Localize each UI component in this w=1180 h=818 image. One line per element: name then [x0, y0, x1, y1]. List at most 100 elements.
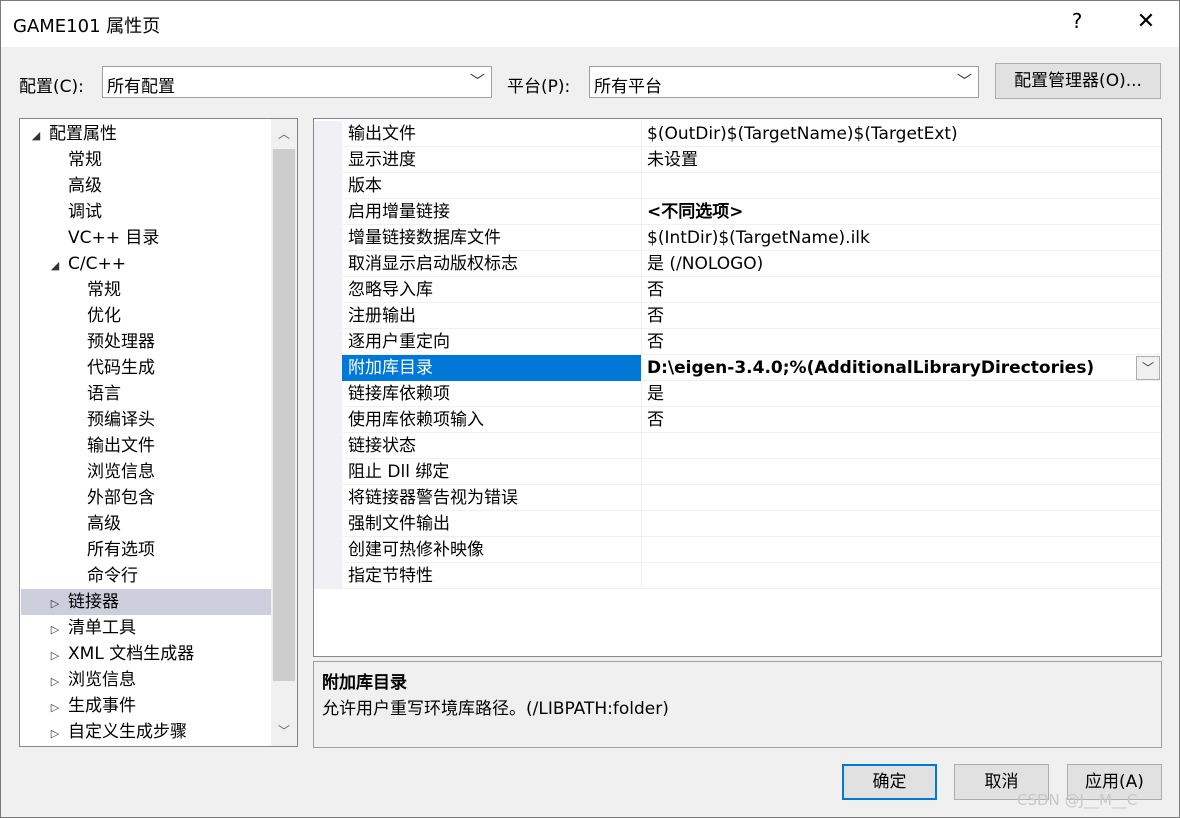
property-value[interactable] — [643, 485, 1161, 511]
tree-item-label: 高级 — [68, 176, 102, 196]
tree-item[interactable]: ◢ 配置属性 — [21, 121, 271, 147]
tree-item[interactable]: 优化 — [21, 303, 271, 329]
property-row[interactable]: 启用增量链接 <不同选项> — [314, 199, 1161, 225]
tree-item[interactable]: 代码生成 — [21, 355, 271, 381]
property-value[interactable] — [643, 537, 1161, 563]
help-icon[interactable]: ? — [1065, 9, 1089, 37]
property-row[interactable]: 将链接器警告视为错误 — [314, 485, 1161, 511]
property-value[interactable] — [643, 459, 1161, 485]
row-gutter — [314, 511, 342, 537]
tree-item[interactable]: 高级 — [21, 173, 271, 199]
collapsed-icon[interactable]: ▷ — [48, 617, 62, 643]
tree-item[interactable]: 高级 — [21, 511, 271, 537]
tree-item[interactable]: ◢ C/C++ — [21, 251, 271, 277]
property-row[interactable]: 增量链接数据库文件 $(IntDir)$(TargetName).ilk — [314, 225, 1161, 251]
row-gutter — [314, 251, 342, 277]
collapsed-icon[interactable]: ▷ — [48, 591, 62, 617]
property-value[interactable] — [643, 173, 1161, 199]
config-manager-button[interactable]: 配置管理器(O)... — [995, 63, 1161, 99]
tree-item[interactable]: ▷ XML 文档生成器 — [21, 641, 271, 667]
title-bar: GAME101 属性页 ? ✕ — [1, 1, 1179, 47]
tree-item[interactable]: 浏览信息 — [21, 459, 271, 485]
tree-item-label: 链接器 — [68, 592, 119, 612]
property-name: 忽略导入库 — [342, 277, 642, 303]
expanded-icon[interactable]: ◢ — [48, 253, 62, 279]
platform-combo[interactable]: 所有平台 ﹀ — [589, 66, 979, 98]
chevron-down-icon[interactable]: ﹀ — [1136, 356, 1160, 380]
tree-item-label: 调试 — [68, 202, 102, 222]
property-row[interactable]: 链接库依赖项是 — [314, 381, 1161, 407]
tree-item[interactable]: 语言 — [21, 381, 271, 407]
tree-item[interactable]: VC++ 目录 — [21, 225, 271, 251]
tree-item[interactable]: ▷ 浏览信息 — [21, 667, 271, 693]
collapsed-icon[interactable]: ▷ — [48, 695, 62, 721]
property-value[interactable] — [643, 563, 1161, 589]
property-row[interactable]: 输出文件 $(OutDir)$(TargetName)$(TargetExt) — [314, 121, 1161, 147]
expanded-icon[interactable]: ◢ — [29, 123, 43, 149]
property-value[interactable]: $(IntDir)$(TargetName).ilk — [643, 225, 1161, 251]
row-gutter — [314, 225, 342, 251]
property-row[interactable]: 注册输出否 — [314, 303, 1161, 329]
tree-item[interactable]: 预处理器 — [21, 329, 271, 355]
property-row[interactable]: 取消显示启动版权标志是 (/NOLOGO) — [314, 251, 1161, 277]
tree-item[interactable]: ▷ 链接器 — [21, 589, 271, 615]
property-row[interactable]: 链接状态 — [314, 433, 1161, 459]
property-value[interactable]: 否 — [643, 407, 1161, 433]
property-value[interactable]: 未设置 — [643, 147, 1161, 173]
tree-item-label: C/C++ — [68, 254, 126, 274]
property-value[interactable]: $(OutDir)$(TargetName)$(TargetExt) — [643, 121, 1161, 147]
collapsed-icon[interactable]: ▷ — [48, 669, 62, 695]
property-name: 使用库依赖项输入 — [342, 407, 642, 433]
close-icon[interactable]: ✕ — [1131, 9, 1161, 37]
description-title: 附加库目录 — [322, 673, 407, 693]
property-value[interactable]: 否 — [643, 303, 1161, 329]
property-row[interactable]: 显示进度 未设置 — [314, 147, 1161, 173]
collapsed-icon[interactable]: ▷ — [48, 721, 62, 746]
scroll-up-icon[interactable]: ︿ — [271, 121, 297, 147]
property-name: 注册输出 — [342, 303, 642, 329]
scroll-thumb[interactable] — [273, 149, 295, 681]
tree-item[interactable]: 命令行 — [21, 563, 271, 589]
tree-item[interactable]: ▷ 自定义生成步骤 — [21, 719, 271, 745]
window-title: GAME101 属性页 — [13, 16, 161, 37]
platform-label: 平台(P): — [507, 77, 571, 97]
tree-item[interactable]: 输出文件 — [21, 433, 271, 459]
property-name: 逐用户重定向 — [342, 329, 642, 355]
scroll-down-icon[interactable]: ﹀ — [271, 718, 297, 744]
property-value[interactable]: <不同选项> — [643, 199, 1161, 225]
property-value[interactable] — [643, 433, 1161, 459]
property-row[interactable]: 使用库依赖项输入否 — [314, 407, 1161, 433]
tree-scrollbar[interactable]: ︿ ﹀ — [271, 119, 297, 746]
tree-item-label: 常规 — [87, 280, 121, 300]
property-row[interactable]: 版本 — [314, 173, 1161, 199]
tree-item[interactable]: 常规 — [21, 277, 271, 303]
config-combo[interactable]: 所有配置 ﹀ — [102, 66, 492, 98]
property-row[interactable]: 指定节特性 — [314, 563, 1161, 589]
tree-item[interactable]: 所有选项 — [21, 537, 271, 563]
tree-item[interactable]: ▷ 生成事件 — [21, 693, 271, 719]
tree-item[interactable]: 调试 — [21, 199, 271, 225]
property-value[interactable]: 否 — [643, 329, 1161, 355]
tree-item-label: 自定义生成步骤 — [68, 722, 187, 742]
property-row[interactable]: 强制文件输出 — [314, 511, 1161, 537]
property-row[interactable]: 创建可热修补映像 — [314, 537, 1161, 563]
tree-item-label: 优化 — [87, 306, 121, 326]
property-value[interactable]: 是 (/NOLOGO) — [643, 251, 1161, 277]
property-name: 增量链接数据库文件 — [342, 225, 642, 251]
property-row[interactable]: 逐用户重定向否 — [314, 329, 1161, 355]
property-row[interactable]: 阻止 Dll 绑定 — [314, 459, 1161, 485]
tree-item[interactable]: 预编译头 — [21, 407, 271, 433]
tree-item[interactable]: 常规 — [21, 147, 271, 173]
property-value[interactable]: 否 — [643, 277, 1161, 303]
property-value[interactable]: 是 — [643, 381, 1161, 407]
ok-button[interactable]: 确定 — [842, 764, 937, 800]
tree-item[interactable]: 外部包含 — [21, 485, 271, 511]
property-row[interactable]: 附加库目录 D:\eigen-3.4.0;%(AdditionalLibraryD… — [314, 355, 1161, 381]
collapsed-icon[interactable]: ▷ — [48, 643, 62, 669]
property-row[interactable]: 忽略导入库否 — [314, 277, 1161, 303]
chevron-down-icon: ﹀ — [469, 72, 485, 90]
property-value[interactable]: D:\eigen-3.4.0;%(AdditionalLibraryDirect… — [643, 355, 1161, 381]
tree-item[interactable]: ▷ 清单工具 — [21, 615, 271, 641]
property-value[interactable] — [643, 511, 1161, 537]
tree-item-label: 输出文件 — [87, 436, 155, 456]
